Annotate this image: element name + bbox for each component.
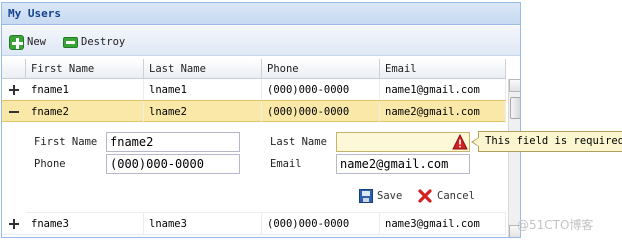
phone-label: Phone bbox=[34, 158, 66, 170]
expand-row-icon[interactable] bbox=[9, 219, 19, 229]
cell-phone: (000)000-0000 bbox=[262, 213, 380, 235]
new-button[interactable]: New bbox=[9, 33, 46, 51]
cell-last-name: lname2 bbox=[144, 101, 262, 123]
new-button-label: New bbox=[27, 36, 46, 48]
table-row[interactable]: fname3 lname3 (000)000-0000 name3@gmail.… bbox=[2, 213, 506, 235]
cancel-button-label: Cancel bbox=[437, 190, 475, 202]
panel-header: My Users bbox=[2, 3, 520, 25]
cell-email: name3@gmail.com bbox=[380, 213, 506, 235]
grid-header: First Name Last Name Phone Email bbox=[2, 59, 506, 79]
users-panel: My Users New Destroy First Name Last Nam… bbox=[1, 2, 521, 238]
last-name-field[interactable] bbox=[336, 132, 470, 152]
column-header-last-name[interactable]: Last Name bbox=[144, 59, 262, 79]
cell-first-name: fname2 bbox=[26, 101, 144, 123]
cell-first-name: fname3 bbox=[26, 213, 144, 235]
cell-phone: (000)000-0000 bbox=[262, 79, 380, 101]
validation-tooltip: This field is required. bbox=[470, 131, 622, 152]
cell-last-name: lname3 bbox=[144, 213, 262, 235]
expander-column-header bbox=[2, 59, 26, 79]
collapse-row-icon[interactable] bbox=[9, 107, 19, 117]
cell-first-name: fname1 bbox=[26, 79, 144, 101]
cell-email: name2@gmail.com bbox=[380, 101, 506, 123]
table-row-selected[interactable]: fname2 lname2 (000)000-0000 name2@gmail.… bbox=[2, 100, 506, 123]
panel-title: My Users bbox=[8, 7, 61, 20]
phone-field[interactable]: (000)000-0000 bbox=[106, 154, 240, 174]
cell-last-name: lname1 bbox=[144, 79, 262, 101]
warning-icon bbox=[452, 134, 468, 150]
vertical-scrollbar[interactable] bbox=[508, 79, 520, 237]
cell-phone: (000)000-0000 bbox=[262, 101, 380, 123]
last-name-label: Last Name bbox=[270, 136, 327, 148]
save-icon bbox=[359, 189, 373, 203]
destroy-button-label: Destroy bbox=[81, 36, 126, 48]
cancel-icon bbox=[418, 189, 432, 203]
email-label: Email bbox=[270, 158, 302, 170]
cancel-button[interactable]: Cancel bbox=[417, 188, 475, 204]
destroy-button[interactable]: Destroy bbox=[63, 33, 125, 51]
cell-email: name1@gmail.com bbox=[380, 79, 506, 101]
table-row[interactable]: fname1 lname1 (000)000-0000 name1@gmail.… bbox=[2, 79, 506, 101]
scroll-thumb[interactable] bbox=[510, 97, 520, 119]
minus-icon bbox=[63, 36, 78, 48]
scroll-up-button[interactable] bbox=[509, 79, 520, 92]
column-header-phone[interactable]: Phone bbox=[262, 59, 380, 79]
expand-row-icon[interactable] bbox=[9, 85, 19, 95]
toolbar: New Destroy bbox=[2, 26, 520, 56]
first-name-label: First Name bbox=[34, 136, 98, 148]
column-header-first-name[interactable]: First Name bbox=[26, 59, 144, 79]
save-button-label: Save bbox=[377, 190, 403, 202]
watermark: @51CTO博客 bbox=[517, 218, 594, 232]
email-field[interactable]: name2@gmail.com bbox=[336, 154, 470, 174]
first-name-field[interactable]: fname2 bbox=[106, 132, 240, 152]
row-editor: First Name fname2 Last Name Phone (000)0… bbox=[26, 123, 506, 213]
plus-icon bbox=[9, 34, 24, 50]
column-header-email[interactable]: Email bbox=[380, 59, 506, 79]
save-button[interactable]: Save bbox=[359, 189, 402, 203]
